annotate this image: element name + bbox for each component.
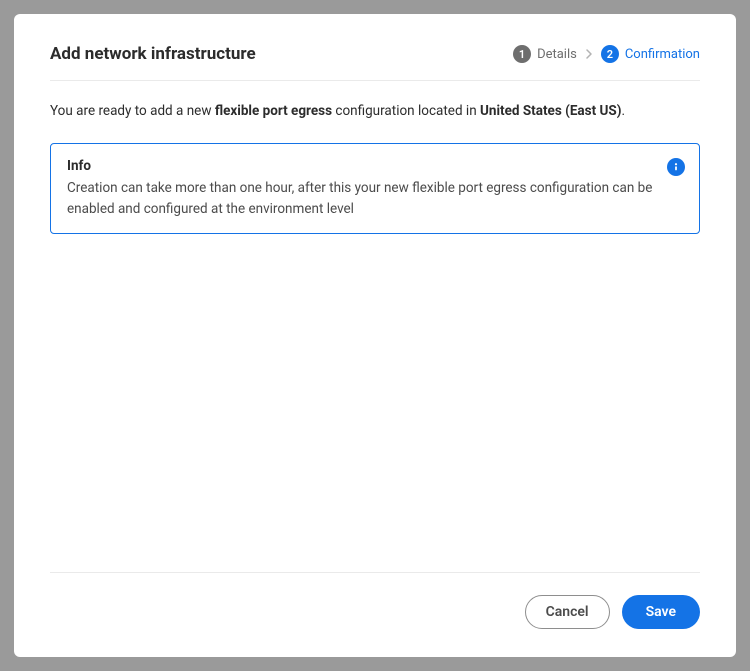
step-confirmation[interactable]: 2 Confirmation — [601, 45, 700, 63]
step-details[interactable]: 1 Details — [513, 45, 577, 63]
step-label-confirmation: Confirmation — [625, 47, 700, 62]
chevron-right-icon — [585, 49, 593, 59]
cancel-button[interactable]: Cancel — [525, 595, 610, 629]
summary-text: You are ready to add a new flexible port… — [50, 101, 700, 121]
summary-region: United States (East US) — [480, 103, 621, 119]
step-label-details: Details — [537, 47, 577, 62]
info-box: Info Creation can take more than one hou… — [50, 143, 700, 234]
summary-suffix: . — [621, 103, 625, 119]
summary-prefix: You are ready to add a new — [50, 103, 215, 119]
modal-footer: Cancel Save — [50, 572, 700, 629]
stepper: 1 Details 2 Confirmation — [513, 45, 700, 63]
save-button[interactable]: Save — [622, 595, 700, 629]
info-body: Creation can take more than one hour, af… — [67, 178, 683, 219]
info-title: Info — [67, 158, 683, 174]
modal-title: Add network infrastructure — [50, 44, 256, 64]
step-number-1: 1 — [513, 45, 531, 63]
modal-content: You are ready to add a new flexible port… — [50, 81, 700, 572]
summary-type: flexible port egress — [215, 103, 332, 119]
modal-dialog: Add network infrastructure 1 Details 2 C… — [14, 14, 736, 657]
summary-middle: configuration located in — [332, 103, 480, 119]
step-number-2: 2 — [601, 45, 619, 63]
modal-header: Add network infrastructure 1 Details 2 C… — [50, 44, 700, 81]
